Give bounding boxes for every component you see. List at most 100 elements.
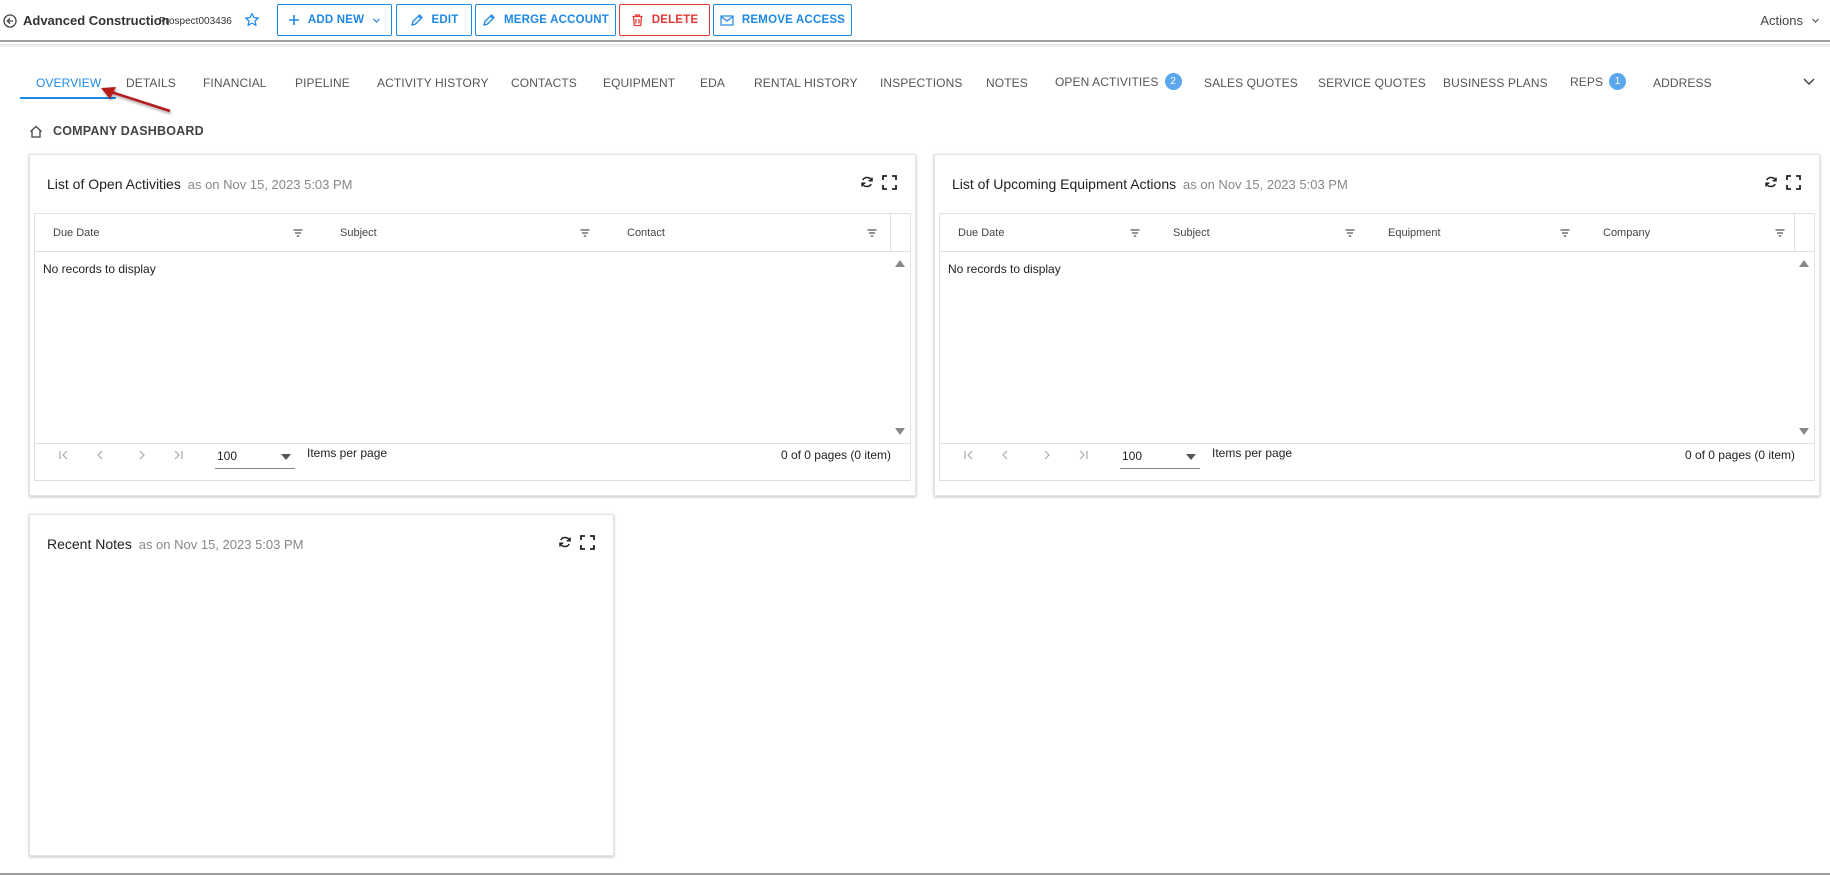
card-title: List of Open Activities as on Nov 15, 20… (47, 176, 353, 192)
page-info: 0 of 0 pages (0 item) (1684, 448, 1795, 462)
tab-financial[interactable]: FINANCIAL (203, 76, 267, 90)
column-header-equipment[interactable]: Equipment (1388, 214, 1441, 252)
filter-icon[interactable] (1345, 228, 1355, 238)
remove-access-button[interactable]: REMOVE ACCESS (713, 4, 852, 36)
tab-label: REPS (1570, 74, 1604, 89)
column-label: Subject (340, 227, 377, 239)
refresh-icon[interactable] (860, 175, 874, 189)
fullscreen-icon[interactable] (580, 535, 595, 550)
delete-button[interactable]: DELETE (619, 4, 710, 36)
pencil-icon (410, 14, 423, 26)
tab-label: OVERVIEW (36, 76, 102, 90)
scroll-up-arrow[interactable] (895, 260, 905, 267)
tab-reps[interactable]: REPS 1 (1570, 73, 1627, 90)
column-label: Equipment (1388, 227, 1441, 239)
card-title: List of Upcoming Equipment Actions as on… (952, 176, 1348, 192)
card-title-text: Recent Notes (47, 536, 132, 552)
tab-sales-quotes[interactable]: SALES QUOTES (1204, 76, 1298, 90)
tab-label: EDA (700, 76, 725, 90)
refresh-icon[interactable] (1764, 175, 1778, 189)
tab-business-plans[interactable]: BUSINESS PLANS (1443, 76, 1548, 90)
tab-notes[interactable]: NOTES (986, 76, 1028, 90)
filter-icon[interactable] (1130, 228, 1140, 238)
scroll-up-arrow[interactable] (1799, 260, 1809, 267)
tab-overview[interactable]: OVERVIEW (36, 76, 101, 90)
equipment-actions-card: List of Upcoming Equipment Actions as on… (934, 154, 1820, 496)
account-code: Prospect003436 (159, 16, 232, 27)
tab-label: ACTIVITY HISTORY (377, 76, 489, 90)
tab-service-quotes[interactable]: SERVICE QUOTES (1318, 76, 1426, 90)
card-actions (860, 175, 897, 190)
column-header-subject[interactable]: Subject (340, 214, 377, 252)
previous-page-icon[interactable] (998, 448, 1012, 462)
tab-label: ADDRESS (1653, 76, 1712, 90)
envelope-icon (720, 14, 734, 26)
tab-activity-history[interactable]: ACTIVITY HISTORY (377, 76, 489, 90)
last-page-icon[interactable] (171, 448, 185, 462)
column-header-due-date[interactable]: Due Date (53, 214, 99, 252)
tab-address[interactable]: ADDRESS (1653, 76, 1712, 90)
column-header-company[interactable]: Company (1603, 214, 1650, 252)
toolbar-shadow (0, 44, 1830, 48)
card-actions (1764, 175, 1801, 190)
tab-label: CONTACTS (511, 76, 577, 90)
chevron-down-icon (373, 18, 381, 23)
tab-eda[interactable]: EDA (700, 76, 725, 90)
actions-menu[interactable]: Actions (1760, 13, 1820, 28)
recent-notes-card: Recent Notes as on Nov 15, 2023 5:03 PM (29, 514, 614, 856)
fullscreen-icon[interactable] (1786, 175, 1801, 190)
items-per-page-label: Items per page (1212, 446, 1293, 460)
caret-down-icon (1186, 454, 1196, 460)
tab-label: INSPECTIONS (880, 76, 963, 90)
activities-grid: Due Date Subject Contact No records to d… (34, 213, 911, 481)
scrollbar-header (890, 214, 910, 252)
first-page-icon[interactable] (962, 448, 976, 462)
column-label: Company (1603, 227, 1651, 239)
first-page-icon[interactable] (57, 448, 71, 462)
back-arrow-icon[interactable] (3, 14, 17, 28)
card-title-text: List of Open Activities (47, 176, 181, 192)
previous-page-icon[interactable] (93, 448, 107, 462)
account-title: Advanced Construction (23, 13, 170, 28)
tab-pipeline[interactable]: PIPELINE (295, 76, 350, 90)
caret-down-icon (281, 454, 291, 460)
filter-icon[interactable] (867, 228, 877, 238)
pencil-icon (483, 14, 495, 26)
top-toolbar: Advanced Construction Prospect003436 ADD… (0, 0, 1830, 42)
tab-label: BUSINESS PLANS (1443, 76, 1548, 90)
add-new-button[interactable]: ADD NEW (277, 4, 392, 36)
page-size-select[interactable]: 100 (1120, 443, 1200, 469)
favorite-star-icon[interactable] (244, 12, 260, 28)
filter-icon[interactable] (1775, 228, 1785, 238)
empty-message: No records to display (948, 262, 1061, 276)
chevron-down-icon[interactable] (1802, 74, 1816, 88)
column-header-contact[interactable]: Contact (627, 214, 665, 252)
merge-account-button[interactable]: MERGE ACCOUNT (475, 4, 616, 36)
filter-icon[interactable] (580, 228, 590, 238)
column-label: Due Date (958, 227, 1005, 239)
edit-button[interactable]: EDIT (396, 4, 472, 36)
column-header-subject[interactable]: Subject (1173, 214, 1210, 252)
refresh-icon[interactable] (558, 535, 572, 549)
page-size-select[interactable]: 100 (215, 443, 295, 469)
tab-label: RENTAL HISTORY (754, 76, 858, 90)
next-page-icon[interactable] (1040, 448, 1054, 462)
column-label: Subject (1173, 227, 1210, 239)
tab-open-activities[interactable]: OPEN ACTIVITIES 2 (1055, 73, 1182, 90)
as-of-timestamp: as on Nov 15, 2023 5:03 PM (187, 177, 353, 192)
tab-inspections[interactable]: INSPECTIONS (880, 76, 962, 90)
tab-equipment[interactable]: EQUIPMENT (603, 76, 675, 90)
fullscreen-icon[interactable] (882, 175, 897, 190)
tab-contacts[interactable]: CONTACTS (511, 76, 577, 90)
next-page-icon[interactable] (135, 448, 149, 462)
filter-icon[interactable] (1560, 228, 1570, 238)
trash-icon (632, 14, 643, 27)
last-page-icon[interactable] (1076, 448, 1090, 462)
tab-rental-history[interactable]: RENTAL HISTORY (754, 76, 858, 90)
column-header-due-date[interactable]: Due Date (958, 214, 1004, 252)
page-info: 0 of 0 pages (0 item) (780, 448, 891, 462)
filter-icon[interactable] (293, 228, 303, 238)
open-activities-card: List of Open Activities as on Nov 15, 20… (29, 154, 916, 496)
card-title: Recent Notes as on Nov 15, 2023 5:03 PM (47, 536, 304, 552)
scrollbar-header (1794, 214, 1814, 252)
